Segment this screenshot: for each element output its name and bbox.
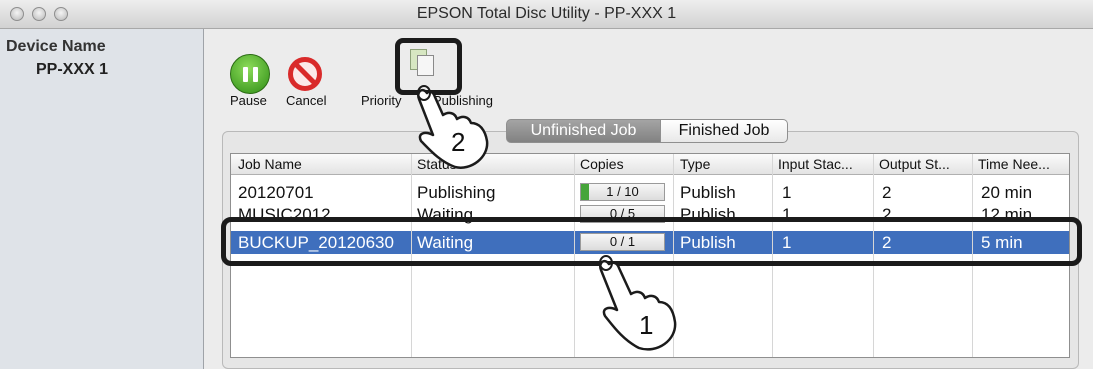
column-header-time-needed[interactable]: Time Nee... [978,156,1068,172]
cell-copies: 1 / 10 [606,184,639,199]
app-window: EPSON Total Disc Utility - PP-XXX 1 Devi… [0,0,1093,369]
cell-time-needed: 20 min [981,183,1033,202]
copies-progress-fill [581,184,589,200]
tab-unfinished-job[interactable]: Unfinished Job [506,119,661,143]
pointing-hand-icon-1: 1 [599,255,677,351]
priority-button-label[interactable]: Priority [361,93,401,108]
column-header-job-name[interactable]: Job Name [238,156,408,172]
job-tabs: Unfinished Job Finished Job [506,119,788,143]
cell-status: Publishing [417,183,496,202]
copies-progress: 1 / 10 [580,183,665,201]
cancel-icon[interactable] [288,57,322,91]
column-header-input-stacker[interactable]: Input Stac... [778,156,870,172]
cancel-button-label[interactable]: Cancel [286,93,326,108]
sidebar-header: Device Name [6,38,106,55]
table-row[interactable]: 20120701 Publishing 1 / 10 Publish 1 2 2… [231,181,1069,204]
pointing-hand-icon-2: 2 [417,85,489,169]
callout-number-2: 2 [451,127,465,157]
cell-job-name: 20120701 [238,183,314,202]
cell-output-stacker: 2 [882,183,892,202]
sidebar-item-device[interactable]: PP-XXX 1 [36,61,108,79]
cell-type: Publish [680,183,736,202]
column-header-output-stacker[interactable]: Output St... [879,156,969,172]
column-header-copies[interactable]: Copies [580,156,670,172]
title-bar: EPSON Total Disc Utility - PP-XXX 1 [0,0,1093,29]
window-title: EPSON Total Disc Utility - PP-XXX 1 [416,5,677,22]
sidebar: Device Name PP-XXX 1 [0,29,204,369]
column-header-type[interactable]: Type [680,156,765,172]
callout-number-1: 1 [639,310,653,340]
tab-finished-job[interactable]: Finished Job [661,119,788,143]
pause-icon[interactable] [230,54,270,94]
cell-input-stacker: 1 [782,183,792,202]
table-header: Job Name Status Copies Type Input Stac..… [231,154,1069,175]
pause-button-label[interactable]: Pause [230,93,267,108]
